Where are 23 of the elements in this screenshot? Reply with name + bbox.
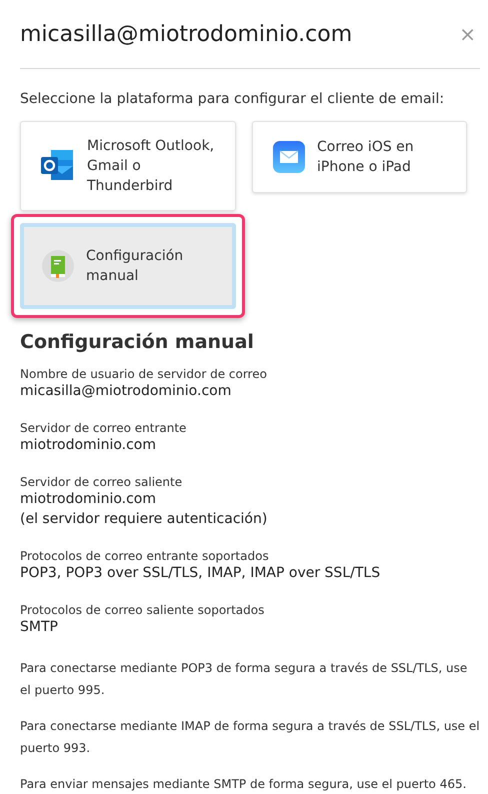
field-label: Nombre de usuario de servidor de correo — [20, 367, 268, 381]
dialog-title: micasilla@miotrodominio.com — [20, 22, 352, 46]
instruction-text: Seleccione la plataforma para configurar el cliente de email: — [20, 91, 446, 107]
field-label: Servidor de correo entrante — [20, 421, 188, 435]
field-value: miotrodominio.com — [20, 490, 158, 509]
field-value: SMTP — [20, 618, 59, 637]
field-label: Servidor de correo saliente — [20, 475, 184, 489]
field-value: (el servidor requiere autenticación) — [20, 510, 268, 529]
port-note: Para conectarse mediante POP3 de forma segura a través de SSL/TLS, use el puerto 995. — [20, 660, 468, 699]
platform-option[interactable]: Correo iOS en iPhone o iPad — [252, 121, 467, 193]
field-value: POP3, POP3 over SSL/TLS, IMAP, IMAP over SSL/TLS — [20, 564, 382, 583]
mail-app-icon — [41, 150, 75, 182]
platform-option[interactable]: Configuración manual — [20, 223, 236, 309]
platform-option[interactable]: Microsoft Outlook, Gmail o Thunderbird — [20, 121, 236, 211]
book-icon — [42, 250, 74, 282]
mail-envelope-icon — [273, 141, 305, 173]
field-value: micasilla@miotrodominio.com — [20, 382, 232, 401]
field-label: Protocolos de correo entrante soportados — [20, 549, 270, 563]
field-value: miotrodominio.com — [20, 436, 158, 455]
field-label: Protocolos de correo saliente soportados — [20, 603, 266, 617]
port-note: Para conectarse mediante IMAP de forma segura a través de SSL/TLS, use el puerto 993. — [20, 718, 480, 757]
section-heading: Configuración manual — [20, 331, 255, 353]
port-note: Para enviar mensajes mediante SMTP de forma segura, use el puerto 465. — [20, 776, 468, 793]
